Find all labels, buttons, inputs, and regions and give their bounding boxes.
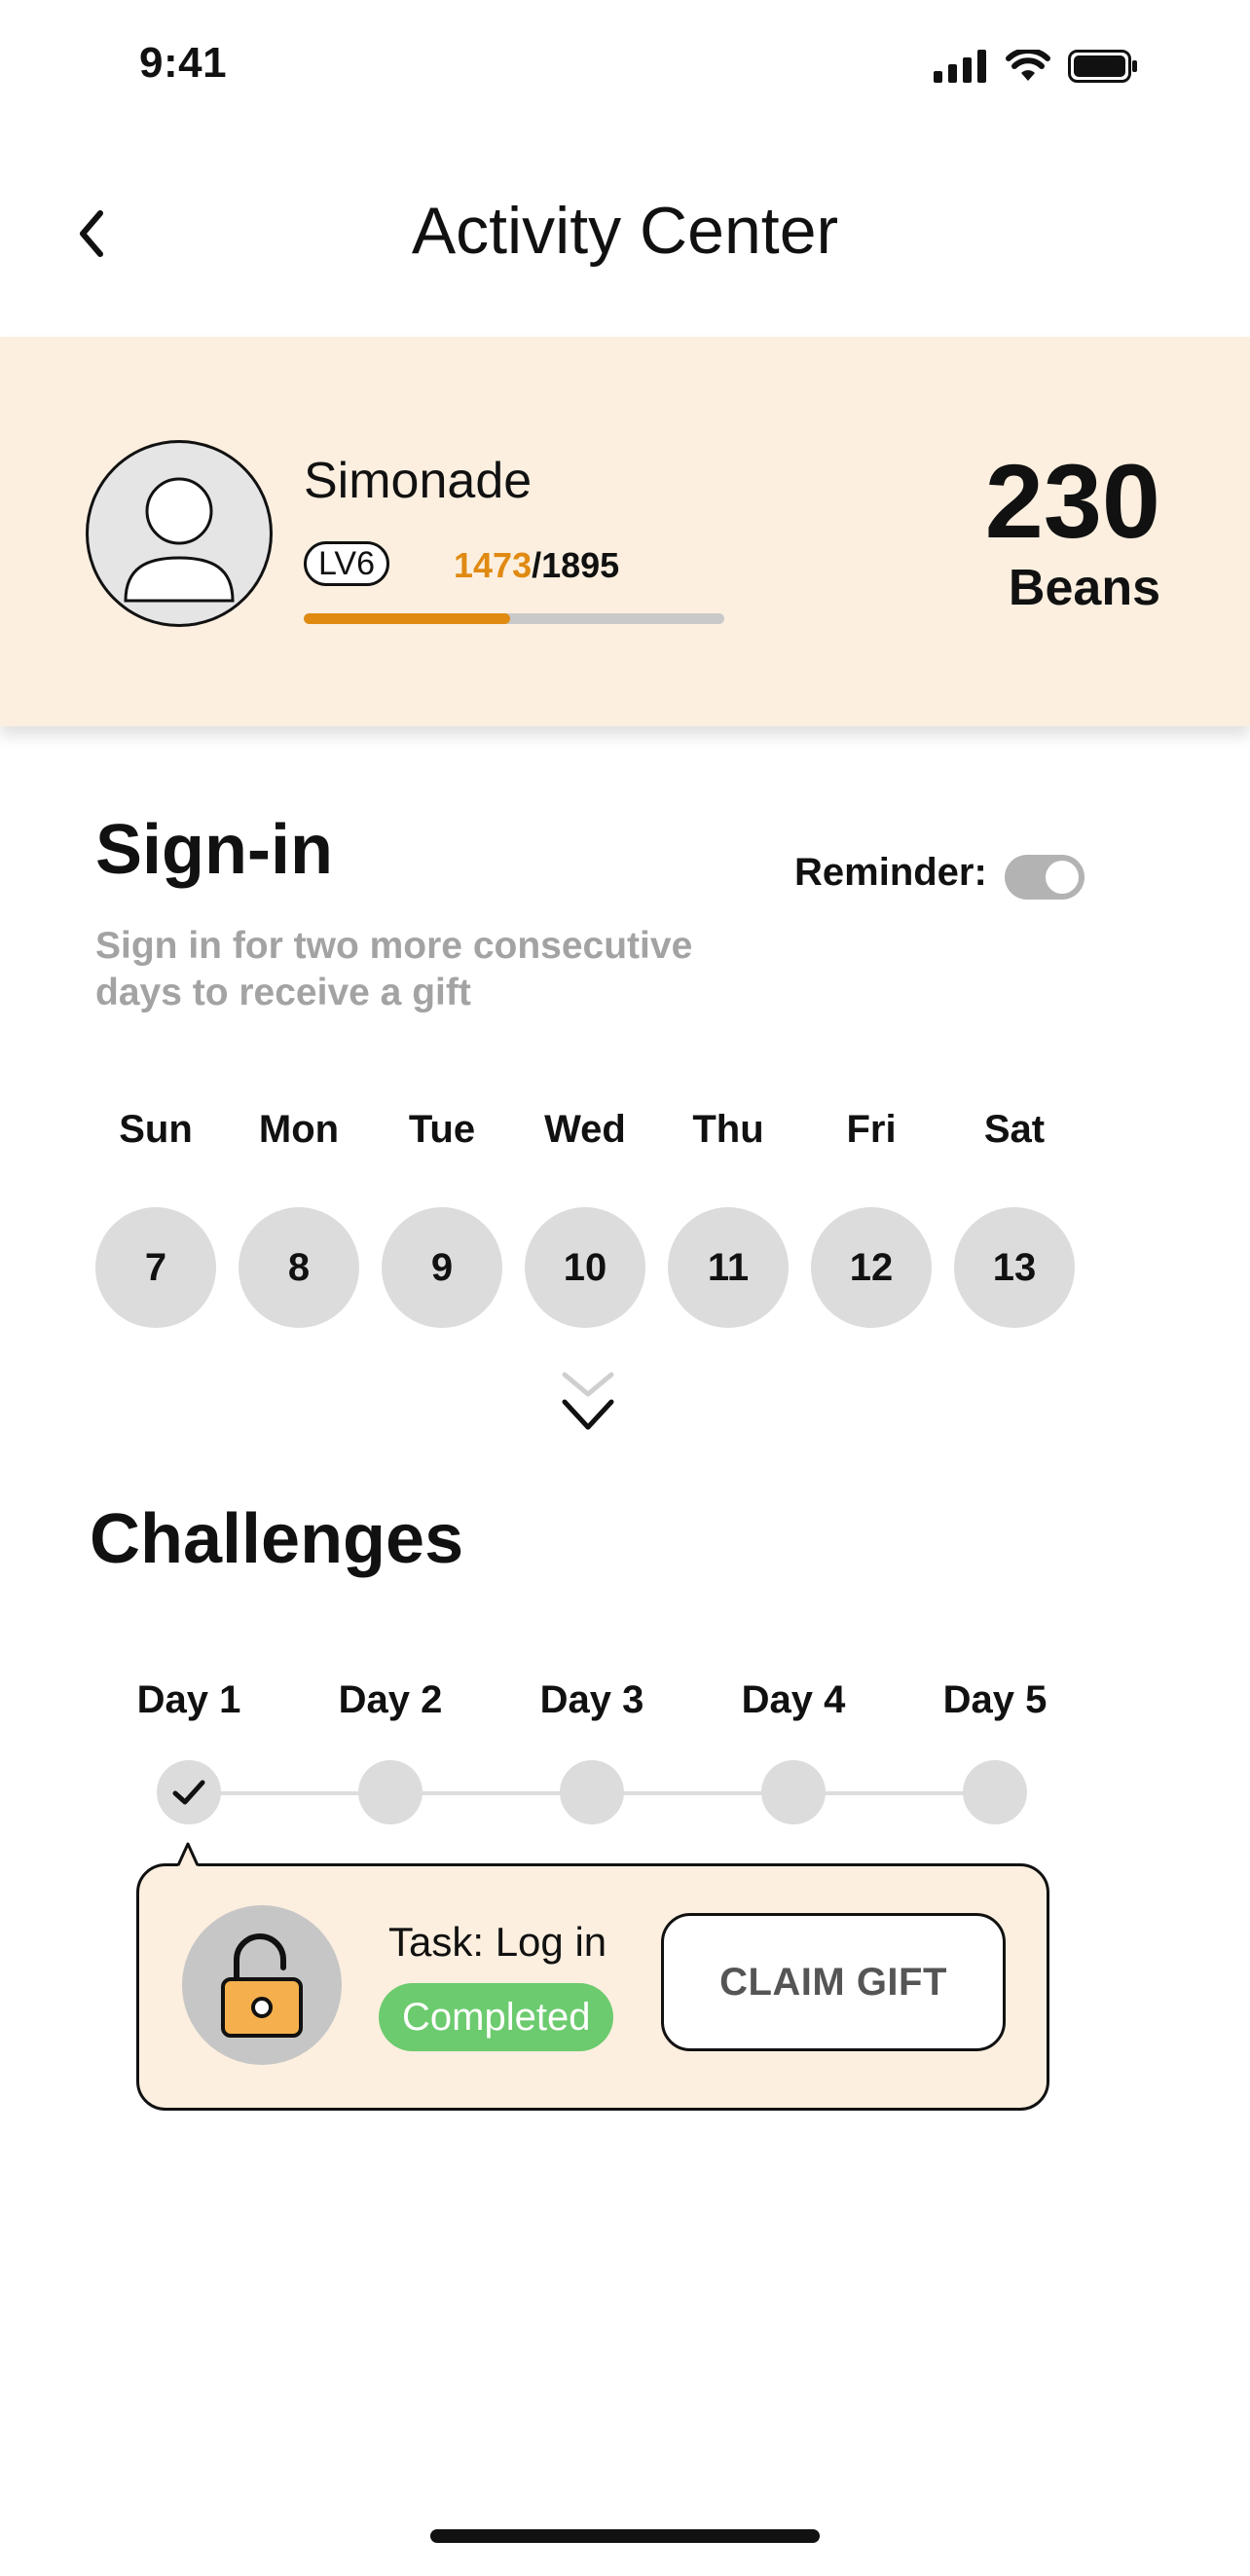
challenge-day-dot[interactable] [761,1760,826,1824]
day-name: Thu [692,1108,764,1151]
day-name: Wed [544,1108,626,1151]
signal-icon [934,50,986,83]
day-column: Thu 11 [668,1100,789,1328]
challenge-track: Day 1 Day 2 Day 3 Day 4 Day 5 [0,1671,1250,1846]
challenge-day-dot[interactable] [157,1760,221,1824]
day-date-button[interactable]: 13 [954,1207,1075,1328]
challenge-day: Day 2 [322,1671,459,1824]
challenge-day: Day 3 [524,1671,660,1824]
day-column: Sun 7 [95,1100,216,1328]
day-date-button[interactable]: 12 [811,1207,932,1328]
xp-current: 1473 [454,545,533,585]
double-chevron-down-icon [562,1372,614,1430]
lock-badge [182,1905,342,2065]
wifi-icon [1006,50,1050,81]
claim-gift-button[interactable]: CLAIM GIFT [661,1913,1006,2051]
signin-title: Sign-in [95,811,333,889]
challenge-day-dot[interactable] [560,1760,624,1824]
xp-total: 1895 [541,545,620,585]
day-column: Sat 13 [954,1100,1075,1328]
day-name: Sun [119,1108,193,1151]
task-text: Task: Log in [388,1919,607,1965]
avatar-icon [124,477,235,603]
avatar[interactable] [86,440,273,627]
day-date-button[interactable]: 11 [668,1207,789,1328]
day-name: Mon [258,1108,340,1151]
status-bar: 9:41 [0,0,1250,136]
checkmark-icon [172,1780,205,1805]
challenge-day-label: Day 4 [741,1678,846,1721]
challenge-day: Day 4 [725,1671,862,1824]
level-badge: LV6 [304,541,389,586]
battery-icon [1068,50,1137,83]
home-indicator[interactable] [430,2529,820,2543]
reminder-label: Reminder: [794,851,987,894]
day-date-button[interactable]: 10 [525,1207,645,1328]
beans-label: Beans [1008,560,1160,616]
day-column: Fri 12 [811,1100,932,1328]
day-column: Tue 9 [382,1100,502,1328]
day-column: Wed 10 [525,1100,645,1328]
day-column: Mon 8 [239,1100,359,1328]
challenges-title: Challenges [90,1500,464,1578]
challenge-day-label: Day 3 [539,1678,644,1721]
beans-value: 230 [984,442,1160,560]
expand-calendar-button[interactable] [557,1369,619,1439]
challenge-day-dot[interactable] [963,1760,1027,1824]
reminder-toggle[interactable] [1005,855,1085,900]
day-date-button[interactable]: 8 [239,1207,359,1328]
xp-progress-bar [304,613,724,624]
day-name: Fri [846,1108,897,1151]
day-name: Tue [408,1108,476,1151]
challenge-day-label: Day 5 [942,1678,1048,1721]
xp-separator: / [532,545,542,585]
challenge-day-label: Day 1 [136,1678,241,1721]
profile-card: Simonade LV6 1473/1895 230 Beans [0,337,1250,726]
day-name: Sat [983,1108,1046,1151]
username: Simonade [304,453,533,509]
challenge-day-label: Day 2 [338,1678,443,1721]
day-date-button[interactable]: 9 [382,1207,502,1328]
task-card: Task: Log in Completed CLAIM GIFT [136,1863,1049,2111]
unlock-icon [221,1933,303,2038]
xp-readout: 1473/1895 [454,545,619,586]
task-status-badge: Completed [379,1983,614,2051]
task-card-pointer [176,1842,200,1866]
signin-description: Sign in for two more consecutive days to… [95,925,693,1013]
nav-bar: Activity Center [0,175,1250,292]
challenge-day: Day 1 [121,1671,257,1824]
status-icons [934,47,1138,86]
challenge-day-dot[interactable] [358,1760,423,1824]
status-time: 9:41 [139,39,228,87]
page-title: Activity Center [411,194,839,268]
challenge-day: Day 5 [927,1671,1063,1824]
toggle-knob [1046,861,1079,894]
xp-progress-fill [304,613,510,624]
day-date-button[interactable]: 7 [95,1207,216,1328]
